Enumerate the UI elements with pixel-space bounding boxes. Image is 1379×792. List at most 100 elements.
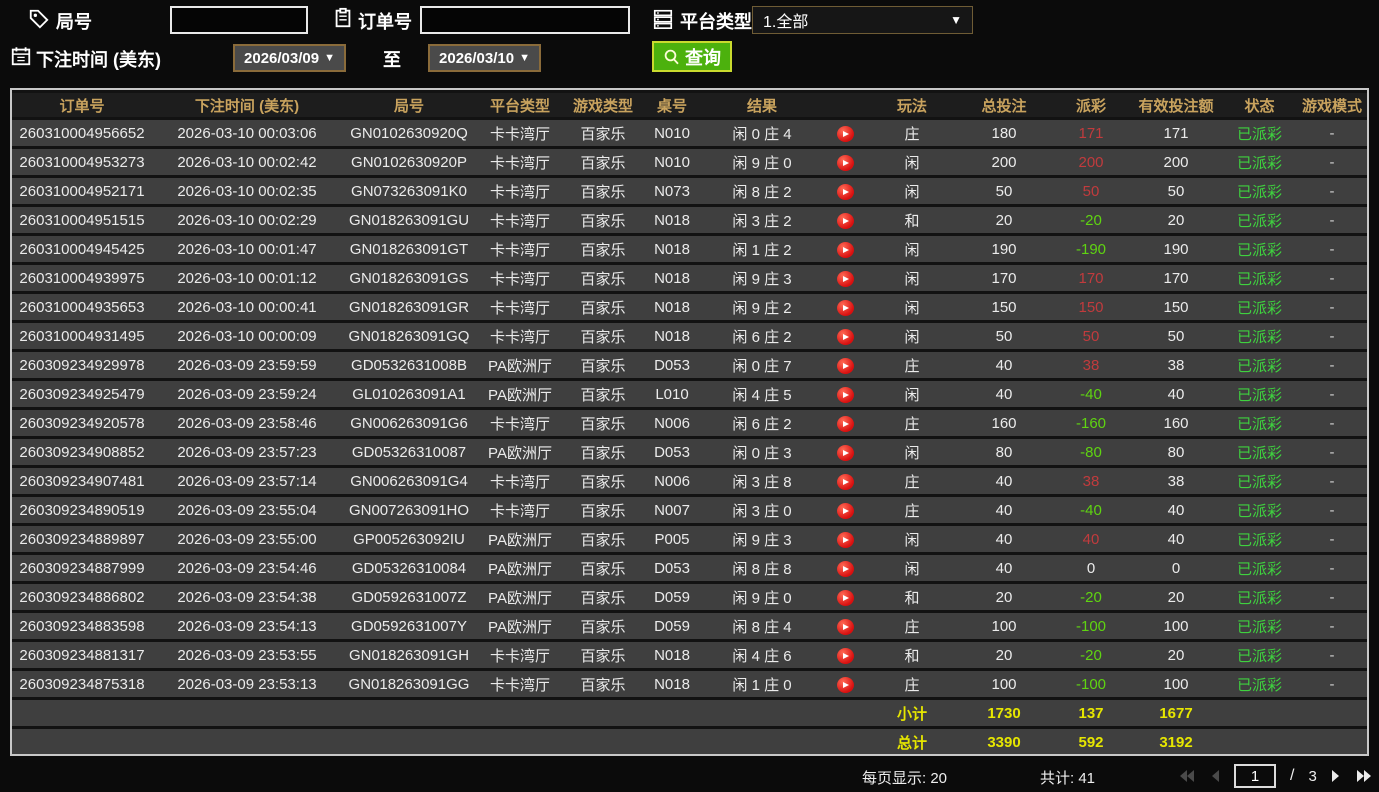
cell-game-mode: -: [1297, 207, 1367, 233]
play-video-icon[interactable]: [836, 560, 854, 577]
cell-status: 已派彩: [1222, 207, 1297, 233]
table-row[interactable]: 260309234883598 2026-03-09 23:54:13 GD05…: [12, 613, 1367, 639]
cell-result: 闲 8 庄 8: [702, 555, 822, 581]
date-to-value: 2026/03/10: [439, 49, 515, 67]
play-video-icon[interactable]: [836, 154, 854, 171]
game-no-input[interactable]: [170, 6, 308, 34]
query-button[interactable]: 查询: [652, 41, 732, 72]
table-row[interactable]: 260309234890519 2026-03-09 23:55:04 GN00…: [12, 497, 1367, 523]
cell-platform: PA欧洲厅: [476, 439, 564, 465]
cell-status: 已派彩: [1222, 352, 1297, 378]
cell-order-no: 260309234886802: [12, 584, 152, 610]
table-row[interactable]: 260310004951515 2026-03-10 00:02:29 GN01…: [12, 207, 1367, 233]
cell-play-type: 和: [868, 207, 956, 233]
cell-bet-time: 2026-03-10 00:01:47: [152, 236, 342, 262]
filter-bar: 局号 订单号 平台类型 1.全部 ▼ 下注时间 (美东) 2026/03/09 …: [0, 0, 1379, 88]
cell-total-bet: 190: [956, 236, 1052, 262]
cell-bet-time: 2026-03-09 23:55:00: [152, 526, 342, 552]
date-from-picker[interactable]: 2026/03/09 ▼: [233, 44, 346, 72]
cell-result: 闲 6 庄 2: [702, 323, 822, 349]
table-row[interactable]: 260309234881317 2026-03-09 23:53:55 GN01…: [12, 642, 1367, 668]
cell-platform: 卡卡湾厅: [476, 265, 564, 291]
cell-bet-time: 2026-03-10 00:02:42: [152, 149, 342, 175]
table-row[interactable]: 260309234889897 2026-03-09 23:55:00 GP00…: [12, 526, 1367, 552]
page-separator: /: [1290, 767, 1295, 784]
table-row[interactable]: 260310004945425 2026-03-10 00:01:47 GN01…: [12, 236, 1367, 262]
play-video-icon[interactable]: [836, 270, 854, 287]
calendar-icon: [11, 47, 31, 66]
cell-result: 闲 8 庄 4: [702, 613, 822, 639]
platform-type-select[interactable]: 1.全部 ▼: [752, 6, 973, 34]
play-video-icon[interactable]: [836, 647, 854, 664]
cell-valid-bet: 40: [1130, 381, 1222, 407]
table-row[interactable]: 260310004931495 2026-03-10 00:00:09 GN01…: [12, 323, 1367, 349]
cell-order-no: 260309234925479: [12, 381, 152, 407]
column-header: 局号: [342, 93, 476, 117]
table-row[interactable]: 260310004952171 2026-03-10 00:02:35 GN07…: [12, 178, 1367, 204]
cell-game-no: GN006263091G6: [342, 410, 476, 436]
cell-bet-time: 2026-03-09 23:55:04: [152, 497, 342, 523]
orders-table: 订单号 下注时间 (美东) 局号 平台类型 游戏类型 桌号 结果 玩法 总投注 派彩 有效投注额 状态…: [10, 88, 1369, 756]
cell-replay: [822, 265, 868, 291]
table-row[interactable]: 260310004956652 2026-03-10 00:03:06 GN01…: [12, 120, 1367, 146]
cell-platform: 卡卡湾厅: [476, 468, 564, 494]
play-video-icon[interactable]: [836, 618, 854, 635]
table-row[interactable]: 260309234886802 2026-03-09 23:54:38 GD05…: [12, 584, 1367, 610]
cell-game-type: 百家乐: [564, 149, 642, 175]
prev-page-icon[interactable]: [1210, 769, 1220, 783]
page-input[interactable]: [1234, 764, 1276, 788]
play-video-icon[interactable]: [836, 473, 854, 490]
cell-game-type: 百家乐: [564, 555, 642, 581]
play-video-icon[interactable]: [836, 241, 854, 258]
cell-game-type: 百家乐: [564, 468, 642, 494]
play-video-icon[interactable]: [836, 386, 854, 403]
column-header: 有效投注额: [1130, 93, 1222, 117]
table-row[interactable]: 260309234920578 2026-03-09 23:58:46 GN00…: [12, 410, 1367, 436]
play-video-icon[interactable]: [836, 589, 854, 606]
cell-bet-time: 2026-03-09 23:54:13: [152, 613, 342, 639]
cell-total-bet: 40: [956, 526, 1052, 552]
cell-payout: 150: [1052, 294, 1130, 320]
cell-payout: -20: [1052, 207, 1130, 233]
next-page-icon[interactable]: [1331, 769, 1341, 783]
date-to-picker[interactable]: 2026/03/10 ▼: [428, 44, 541, 72]
cell-play-type: 庄: [868, 352, 956, 378]
cell-platform: 卡卡湾厅: [476, 671, 564, 697]
play-video-icon[interactable]: [836, 444, 854, 461]
total-count-value: 41: [1078, 770, 1096, 787]
cell-status: 已派彩: [1222, 584, 1297, 610]
table-row[interactable]: 260309234925479 2026-03-09 23:59:24 GL01…: [12, 381, 1367, 407]
table-row[interactable]: 260310004953273 2026-03-10 00:02:42 GN01…: [12, 149, 1367, 175]
cell-payout: -40: [1052, 381, 1130, 407]
play-video-icon[interactable]: [836, 415, 854, 432]
first-page-icon[interactable]: [1178, 769, 1196, 783]
play-video-icon[interactable]: [836, 531, 854, 548]
table-row[interactable]: 260309234908852 2026-03-09 23:57:23 GD05…: [12, 439, 1367, 465]
play-video-icon[interactable]: [836, 357, 854, 374]
table-row[interactable]: 260310004935653 2026-03-10 00:00:41 GN01…: [12, 294, 1367, 320]
table-row[interactable]: 260309234929978 2026-03-09 23:59:59 GD05…: [12, 352, 1367, 378]
last-page-icon[interactable]: [1355, 769, 1373, 783]
cell-total-bet: 100: [956, 671, 1052, 697]
cell-platform: 卡卡湾厅: [476, 642, 564, 668]
play-video-icon[interactable]: [836, 328, 854, 345]
play-video-icon[interactable]: [836, 125, 854, 142]
table-row[interactable]: 260310004939975 2026-03-10 00:01:12 GN01…: [12, 265, 1367, 291]
table-row[interactable]: 260309234875318 2026-03-09 23:53:13 GN01…: [12, 671, 1367, 697]
table-row[interactable]: 260309234907481 2026-03-09 23:57:14 GN00…: [12, 468, 1367, 494]
cell-game-mode: -: [1297, 642, 1367, 668]
play-video-icon[interactable]: [836, 502, 854, 519]
cell-play-type: 闲: [868, 323, 956, 349]
cell-valid-bet: 20: [1130, 584, 1222, 610]
cell-platform: 卡卡湾厅: [476, 120, 564, 146]
table-row[interactable]: 260309234887999 2026-03-09 23:54:46 GD05…: [12, 555, 1367, 581]
cell-table-no: D059: [642, 584, 702, 610]
play-video-icon[interactable]: [836, 212, 854, 229]
play-video-icon[interactable]: [836, 676, 854, 693]
cell-game-no: GN018263091GH: [342, 642, 476, 668]
cell-game-type: 百家乐: [564, 642, 642, 668]
play-video-icon[interactable]: [836, 183, 854, 200]
play-video-icon[interactable]: [836, 299, 854, 316]
order-no-input[interactable]: [420, 6, 630, 34]
column-header: [822, 93, 868, 117]
